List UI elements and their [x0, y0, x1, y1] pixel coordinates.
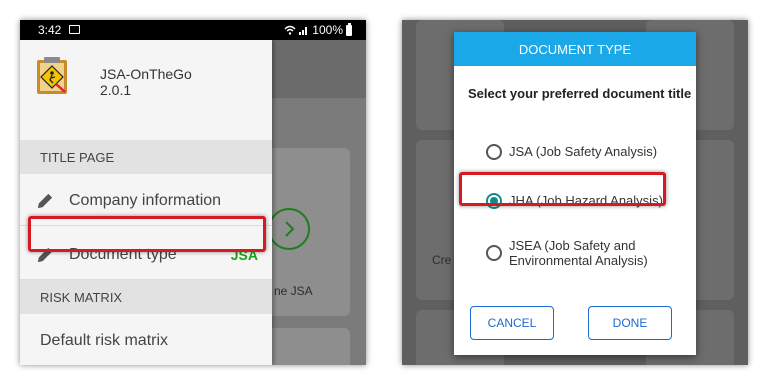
wifi-icon: [284, 25, 296, 35]
background-card-label: Cre: [432, 253, 452, 267]
radio-unchecked-icon: [486, 144, 502, 160]
app-version: 2.0.1: [100, 82, 132, 98]
section-header-title-page: TITLE PAGE: [20, 140, 272, 174]
section-header-risk-matrix: RISK MATRIX: [20, 280, 272, 314]
app-name: JSA-OnTheGo: [100, 66, 192, 82]
left-phone-screen: 3:42 100% ne JSA JSA-OnTheGo 2.0.1 TITLE…: [20, 20, 366, 365]
option-label-line2: Environmental Analysis): [509, 253, 648, 268]
status-icons: 100%: [284, 22, 352, 37]
option-label: JSEA (Job Safety and Environmental Analy…: [509, 238, 648, 268]
highlight-box: [28, 216, 266, 252]
radio-option-jsa[interactable]: JSA (Job Safety Analysis): [486, 144, 657, 160]
option-label: JSA (Job Safety Analysis): [509, 144, 658, 159]
arrow-circle-icon: [268, 208, 310, 250]
status-time: 3:42: [38, 23, 62, 37]
option-label-line1: JSEA (Job Safety and: [509, 238, 636, 253]
signal-icon: [299, 27, 308, 35]
battery-percent: 100%: [312, 23, 343, 37]
background-card-label: ne JSA: [274, 284, 313, 298]
dialog-title: DOCUMENT TYPE: [454, 32, 696, 66]
highlight-box: [459, 172, 666, 206]
right-phone-screen: Cre DOCUMENT TYPE Select your preferred …: [402, 20, 748, 365]
gallery-icon: [69, 25, 80, 34]
app-logo-icon: [37, 57, 67, 94]
drawer-item-label: Company information: [69, 191, 222, 209]
pencil-icon: [37, 193, 53, 209]
drawer-item-label: Default risk matrix: [40, 331, 169, 349]
radio-unchecked-icon: [486, 245, 502, 261]
status-bar: 3:42 100%: [20, 20, 366, 40]
radio-option-jsea[interactable]: JSEA (Job Safety and Environmental Analy…: [486, 238, 648, 268]
cancel-button[interactable]: CANCEL: [470, 306, 554, 340]
battery-icon: [346, 22, 352, 36]
drawer-header: JSA-OnTheGo 2.0.1: [20, 40, 272, 118]
dialog-prompt: Select your preferred document title: [468, 86, 692, 101]
done-button[interactable]: DONE: [588, 306, 672, 340]
drawer-item-default-risk-matrix[interactable]: Default risk matrix: [20, 316, 272, 365]
navigation-drawer: JSA-OnTheGo 2.0.1 TITLE PAGE Company inf…: [20, 40, 272, 365]
